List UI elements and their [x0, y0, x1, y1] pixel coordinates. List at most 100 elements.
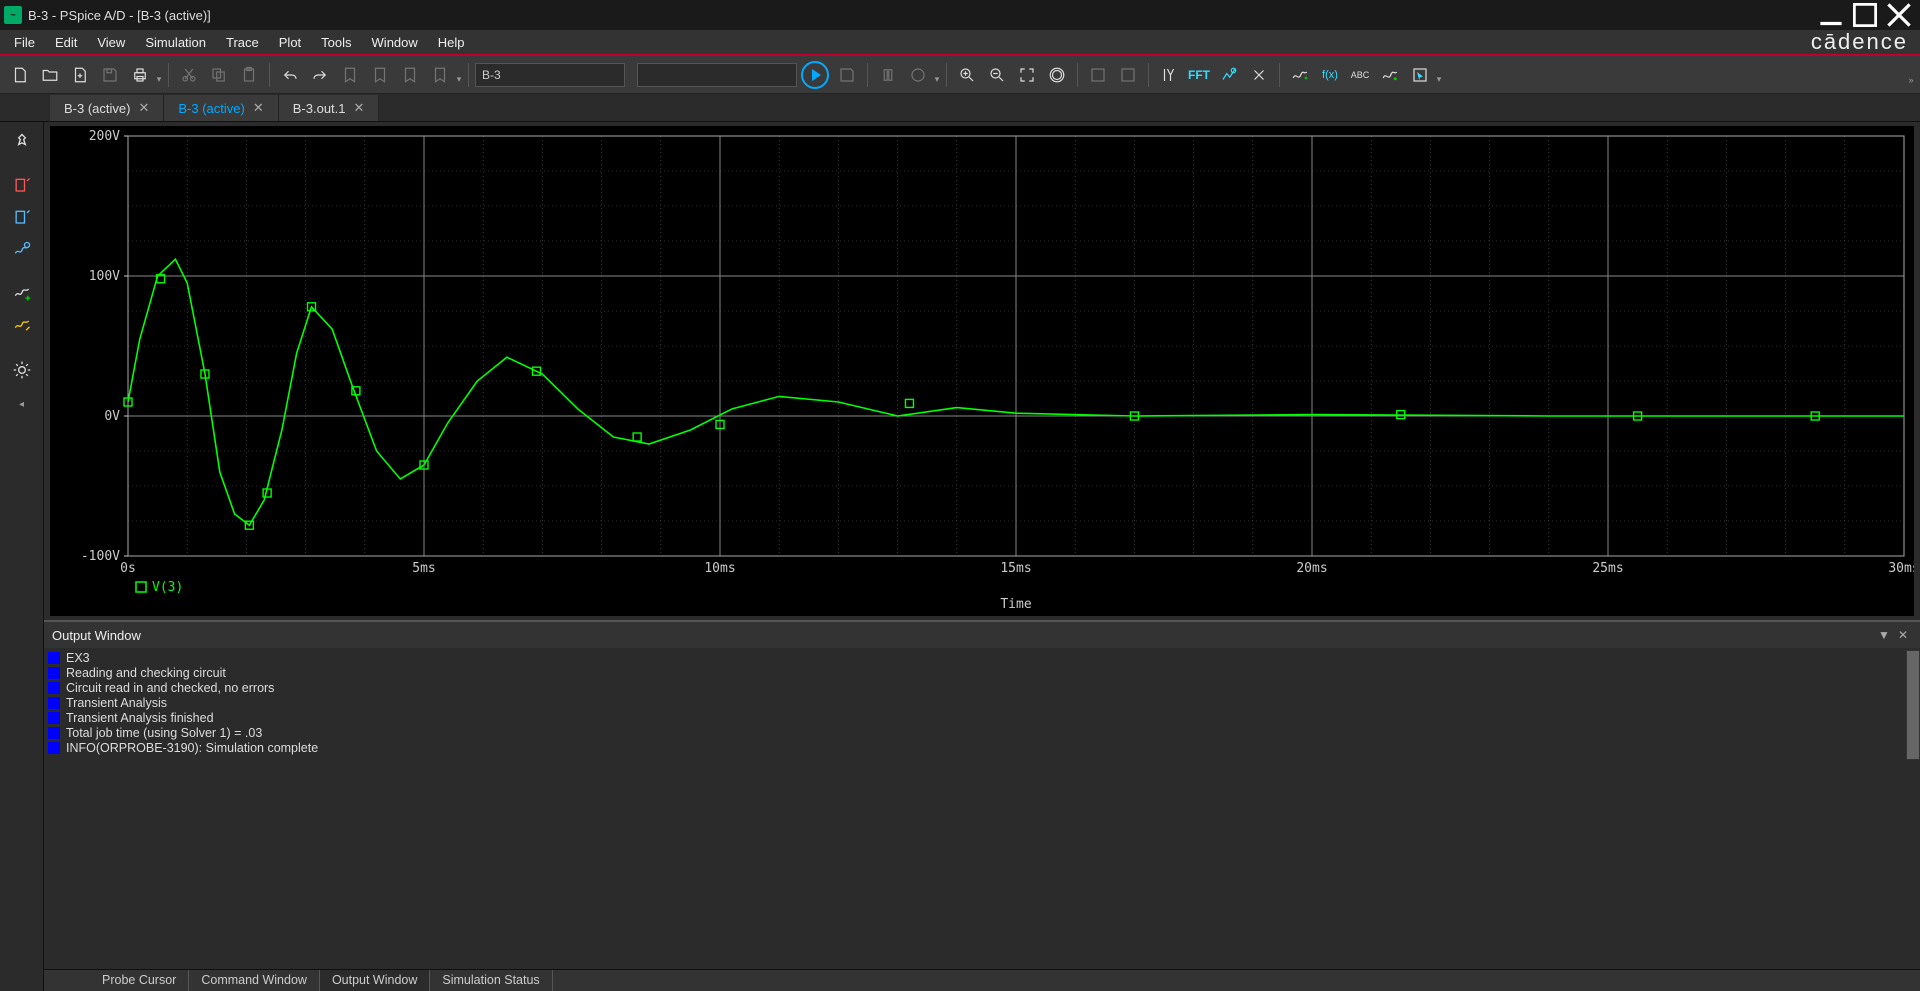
- bottom-tab[interactable]: Output Window: [320, 970, 430, 991]
- performance-icon[interactable]: [1215, 61, 1243, 89]
- paste-icon[interactable]: [235, 61, 263, 89]
- minimize-button[interactable]: [1814, 1, 1848, 29]
- toolbar-dropdown-icon[interactable]: ▾: [156, 61, 162, 89]
- toolbar-overflow-icon[interactable]: »: [1908, 61, 1914, 89]
- output-line: INFO(ORPROBE-3190): Simulation complete: [48, 741, 1916, 755]
- power-probe-icon[interactable]: [8, 236, 36, 264]
- bottom-tab[interactable]: Command Window: [189, 970, 320, 991]
- bookmark-clear-icon[interactable]: [426, 61, 454, 89]
- legend-label[interactable]: V(3): [152, 580, 183, 595]
- zoom-fit-icon[interactable]: [1013, 61, 1041, 89]
- tab-close-icon[interactable]: ✕: [354, 100, 365, 116]
- document-tabs: B-3 (active)✕B-3 (active)✕ B-3.out.1 ✕: [0, 94, 1920, 122]
- close-button[interactable]: [1882, 1, 1916, 29]
- x-axis-icon[interactable]: [1245, 61, 1273, 89]
- menu-tools[interactable]: Tools: [311, 31, 361, 54]
- menu-bar: File Edit View Simulation Trace Plot Too…: [0, 30, 1920, 56]
- run-button[interactable]: [801, 61, 829, 89]
- info-bullet-icon: [48, 697, 60, 709]
- bottom-tab[interactable]: Simulation Status: [430, 970, 552, 991]
- print-icon[interactable]: [126, 61, 154, 89]
- open-icon[interactable]: [36, 61, 64, 89]
- bookmark-next-icon[interactable]: [396, 61, 424, 89]
- x-tick-label: 20ms: [1296, 561, 1327, 576]
- scrollbar-thumb[interactable]: [1906, 650, 1920, 760]
- x-tick-label: 5ms: [412, 561, 435, 576]
- y-tick-label: 200V: [89, 129, 120, 144]
- copy-icon[interactable]: [205, 61, 233, 89]
- panel-close-icon[interactable]: ✕: [1894, 628, 1912, 642]
- bottom-tab[interactable]: Probe Cursor: [90, 970, 189, 991]
- add-file-icon[interactable]: [66, 61, 94, 89]
- log-x-icon[interactable]: [1084, 61, 1112, 89]
- x-tick-label: 15ms: [1000, 561, 1031, 576]
- menu-view[interactable]: View: [87, 31, 135, 54]
- redo-icon[interactable]: [306, 61, 334, 89]
- output-line-text: Reading and checking circuit: [66, 666, 226, 680]
- separator-icon: [468, 63, 469, 87]
- separator-icon: [867, 63, 868, 87]
- menu-window[interactable]: Window: [362, 31, 428, 54]
- cursor-icon[interactable]: [1406, 61, 1434, 89]
- separator-icon: [1279, 63, 1280, 87]
- zoom-in-icon[interactable]: [953, 61, 981, 89]
- bookmark-icon[interactable]: [336, 61, 364, 89]
- cut-icon[interactable]: [175, 61, 203, 89]
- tab-label: B-3.out.1: [293, 101, 346, 116]
- menu-plot[interactable]: Plot: [269, 31, 311, 54]
- trace-combo[interactable]: [637, 63, 797, 87]
- stop-icon[interactable]: [904, 61, 932, 89]
- pin-icon[interactable]: [8, 128, 36, 156]
- current-probe-icon[interactable]: [8, 204, 36, 232]
- panel-menu-icon[interactable]: ▼: [1874, 628, 1894, 642]
- x-tick-label: 10ms: [704, 561, 735, 576]
- mark-points-icon[interactable]: [1376, 61, 1404, 89]
- zoom-out-icon[interactable]: [983, 61, 1011, 89]
- document-tab[interactable]: B-3 (active)✕: [164, 95, 278, 121]
- voltage-probe-icon[interactable]: [8, 172, 36, 200]
- separator-icon: [168, 63, 169, 87]
- output-line: Circuit read in and checked, no errors: [48, 681, 1916, 695]
- menu-help[interactable]: Help: [428, 31, 475, 54]
- output-line-text: Circuit read in and checked, no errors: [66, 681, 274, 695]
- add-trace-icon[interactable]: [1286, 61, 1314, 89]
- new-icon[interactable]: [6, 61, 34, 89]
- save-icon[interactable]: [96, 61, 124, 89]
- document-tab[interactable]: B-3 (active)✕: [50, 95, 164, 121]
- tab-close-icon[interactable]: ✕: [138, 100, 149, 116]
- maximize-button[interactable]: [1848, 1, 1882, 29]
- collapse-icon[interactable]: ◂: [8, 390, 36, 418]
- pause-icon[interactable]: [874, 61, 902, 89]
- main-toolbar: ▾ ▾ B-3 ▾ FFT f(x) ABC ▾ »: [0, 56, 1920, 94]
- toolbar-dropdown-icon[interactable]: ▾: [934, 61, 940, 89]
- bookmark-prev-icon[interactable]: [366, 61, 394, 89]
- toolbar-dropdown-icon[interactable]: ▾: [456, 61, 462, 89]
- title-bar: ~ B-3 - PSpice A/D - [B-3 (active)]: [0, 0, 1920, 30]
- menu-file[interactable]: File: [4, 31, 45, 54]
- document-tab[interactable]: B-3.out.1 ✕: [279, 95, 380, 121]
- menu-edit[interactable]: Edit: [45, 31, 87, 54]
- zoom-area-icon[interactable]: [1043, 61, 1071, 89]
- toolbar-dropdown-icon[interactable]: ▾: [1436, 61, 1442, 89]
- output-panel-body[interactable]: EX3Reading and checking circuitCircuit r…: [44, 648, 1920, 969]
- plot-area[interactable]: -100V0V100V200V0s5ms10ms15ms20ms25ms30ms…: [44, 122, 1920, 620]
- settings-icon[interactable]: [8, 356, 36, 384]
- menu-simulation[interactable]: Simulation: [135, 31, 216, 54]
- output-line: Transient Analysis: [48, 696, 1916, 710]
- x-tick-label: 0s: [120, 561, 136, 576]
- waveform-chart[interactable]: -100V0V100V200V0s5ms10ms15ms20ms25ms30ms…: [50, 126, 1914, 616]
- info-bullet-icon: [48, 652, 60, 664]
- output-line-text: INFO(ORPROBE-3190): Simulation complete: [66, 741, 318, 755]
- fft-button[interactable]: FFT: [1185, 61, 1213, 89]
- toggle-marker-icon[interactable]: [8, 312, 36, 340]
- menu-trace[interactable]: Trace: [216, 31, 269, 54]
- text-label-icon[interactable]: ABC: [1346, 61, 1374, 89]
- tab-close-icon[interactable]: ✕: [253, 100, 264, 116]
- log-y-icon[interactable]: [1114, 61, 1142, 89]
- eval-goal-icon[interactable]: f(x): [1316, 61, 1344, 89]
- toggle-cursor-icon[interactable]: [8, 280, 36, 308]
- profile-combo[interactable]: B-3: [475, 63, 625, 87]
- save-results-icon[interactable]: [833, 61, 861, 89]
- undo-icon[interactable]: [276, 61, 304, 89]
- add-y-axis-icon[interactable]: [1155, 61, 1183, 89]
